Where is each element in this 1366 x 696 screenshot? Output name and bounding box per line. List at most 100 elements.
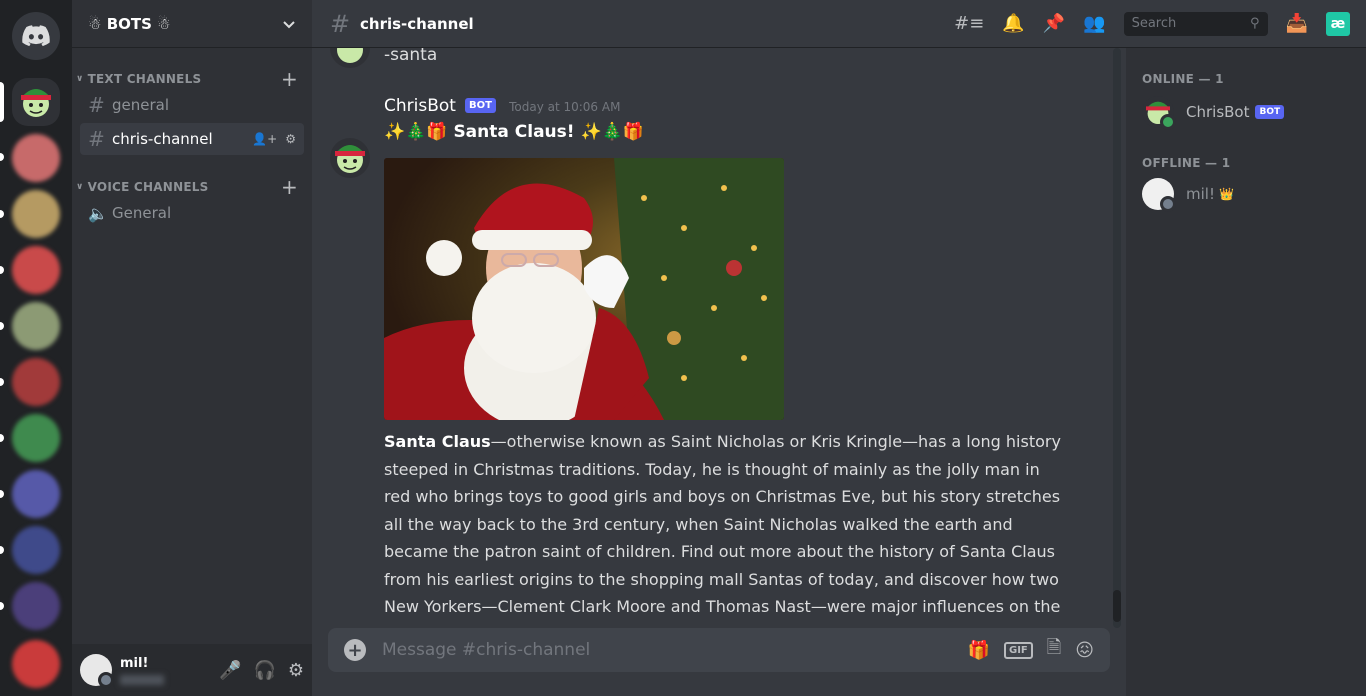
extension-icon[interactable]: æ	[1326, 11, 1350, 36]
elf-avatar-icon	[335, 145, 365, 173]
bot-tag: BOT	[1255, 105, 1285, 119]
server-icon[interactable]	[12, 470, 60, 518]
inbox-icon[interactable]: 📥	[1286, 13, 1308, 34]
category-voice-channels[interactable]: ∨ VOICE CHANNELS +	[76, 175, 304, 199]
channel-title: chris-channel	[360, 14, 474, 33]
crown-icon: 👑	[1218, 187, 1234, 201]
channel-label: general	[112, 96, 170, 114]
member-item[interactable]: ChrisBot BOT	[1142, 96, 1362, 130]
avatar[interactable]	[330, 48, 370, 68]
unread-dot	[0, 153, 4, 161]
server-icon[interactable]	[12, 526, 60, 574]
scrollbar-track[interactable]	[1113, 48, 1121, 628]
members-icon[interactable]: 👥	[1083, 13, 1105, 34]
embed-title: ✨🎄🎁 Santa Claus! ✨🎄🎁	[384, 122, 644, 142]
elf-avatar-icon	[21, 89, 51, 117]
add-channel-icon[interactable]: +	[281, 175, 298, 199]
member-name: mil!	[1186, 185, 1215, 203]
description-bold: Santa Claus	[384, 432, 491, 451]
sparkles-tree-gift-emoji: ✨🎄🎁	[384, 122, 448, 142]
headline-text: Santa Claus!	[453, 122, 575, 142]
search-placeholder: Search	[1131, 16, 1177, 31]
channel-chris-channel[interactable]: # chris-channel 👤+ ⚙	[80, 123, 304, 155]
invite-icon[interactable]: 👤+	[252, 132, 277, 146]
member-list: ONLINE — 1 ChrisBot BOT OFFLINE — 1 mil!…	[1126, 48, 1366, 696]
bot-tag: BOT	[465, 98, 496, 113]
channel-sidebar: ☃ BOTS ☃ ∨ TEXT CHANNELS + # general # c…	[72, 0, 312, 696]
avatar	[1142, 96, 1176, 130]
server-icon-bots[interactable]	[12, 78, 60, 126]
gif-icon[interactable]: GIF	[1003, 641, 1033, 659]
channel-label: General	[112, 204, 172, 222]
discord-logo-icon	[22, 25, 50, 47]
chevron-down-icon	[283, 20, 295, 28]
composer-placeholder: Message #chris-channel	[382, 640, 591, 660]
avatar[interactable]	[330, 138, 370, 178]
user-avatar[interactable]	[80, 654, 114, 688]
unread-dot	[0, 546, 4, 554]
server-icon[interactable]	[12, 414, 60, 462]
elf-avatar-icon	[337, 48, 363, 63]
status-offline-icon	[1160, 196, 1176, 212]
server-icon[interactable]	[12, 134, 60, 182]
active-server-pill	[0, 82, 4, 122]
snowman-right: ☃	[157, 14, 171, 33]
unread-dot	[0, 490, 4, 498]
unread-dot	[0, 322, 4, 330]
add-attachment-icon[interactable]: +	[344, 639, 366, 661]
unread-dot	[0, 434, 4, 442]
gear-icon[interactable]: ⚙	[285, 132, 296, 146]
server-icon[interactable]	[12, 640, 60, 688]
server-icon[interactable]	[12, 302, 60, 350]
emoji-icon[interactable]: 😖	[1075, 640, 1094, 661]
server-icon[interactable]	[12, 582, 60, 630]
speaker-icon: 🔈	[88, 203, 108, 223]
snowman-left: ☃	[88, 14, 102, 33]
hash-icon: #	[88, 93, 105, 117]
guild-header[interactable]: ☃ BOTS ☃	[72, 0, 312, 48]
message-composer[interactable]: + Message #chris-channel 🎁 GIF 🗎 😖	[328, 628, 1110, 672]
discord-home-button[interactable]	[12, 12, 60, 60]
gift-icon[interactable]: 🎁	[968, 640, 990, 661]
unread-dot	[0, 210, 4, 218]
channel-label: chris-channel	[112, 130, 213, 148]
guild-name-text: BOTS	[106, 14, 152, 33]
santa-picture-icon	[384, 158, 784, 420]
voice-channel-general[interactable]: 🔈 General	[80, 197, 304, 229]
search-icon: ⚲	[1250, 16, 1260, 31]
search-input[interactable]: Search ⚲	[1123, 11, 1268, 36]
scrollbar-thumb[interactable]	[1113, 590, 1121, 622]
headphones-icon[interactable]: 🎧	[253, 660, 275, 681]
santa-image[interactable]	[384, 158, 784, 420]
member-name: ChrisBot	[1186, 103, 1250, 121]
member-item[interactable]: mil! 👑	[1142, 178, 1362, 212]
category-label: VOICE CHANNELS	[87, 180, 209, 194]
chevron-down-icon: ∨	[76, 74, 84, 84]
server-icon[interactable]	[12, 358, 60, 406]
unread-dot	[0, 602, 4, 610]
guild-name: ☃ BOTS ☃	[88, 15, 282, 33]
category-text-channels[interactable]: ∨ TEXT CHANNELS +	[76, 67, 304, 91]
embed-description: Santa Claus—otherwise known as Saint Nic…	[384, 428, 1064, 628]
chevron-down-icon: ∨	[76, 182, 84, 192]
server-icon[interactable]	[12, 246, 60, 294]
description-text: —otherwise known as Saint Nicholas or Kr…	[384, 432, 1061, 628]
add-channel-icon[interactable]: +	[281, 67, 298, 91]
message-header: ChrisBot BOT Today at 10:06 AM	[384, 96, 620, 116]
pin-icon[interactable]: 📌	[1043, 13, 1065, 34]
username: mil!	[120, 655, 149, 671]
status-online-icon	[1160, 114, 1176, 130]
message-content: -santa	[384, 48, 438, 65]
settings-gear-icon[interactable]: ⚙	[288, 660, 304, 681]
mute-mic-icon[interactable]: 🎤	[219, 660, 241, 681]
bell-icon[interactable]: 🔔	[1002, 13, 1024, 34]
online-header: ONLINE — 1	[1142, 72, 1224, 86]
server-icon[interactable]	[12, 190, 60, 238]
author-name[interactable]: ChrisBot	[384, 96, 456, 116]
sticker-icon[interactable]: 🗎	[1047, 635, 1061, 665]
unread-dot	[0, 378, 4, 386]
threads-icon[interactable]: #≡	[954, 13, 984, 34]
hash-icon: #	[88, 127, 105, 151]
channel-general[interactable]: # general	[80, 89, 304, 121]
user-tag-blurred	[120, 674, 164, 685]
